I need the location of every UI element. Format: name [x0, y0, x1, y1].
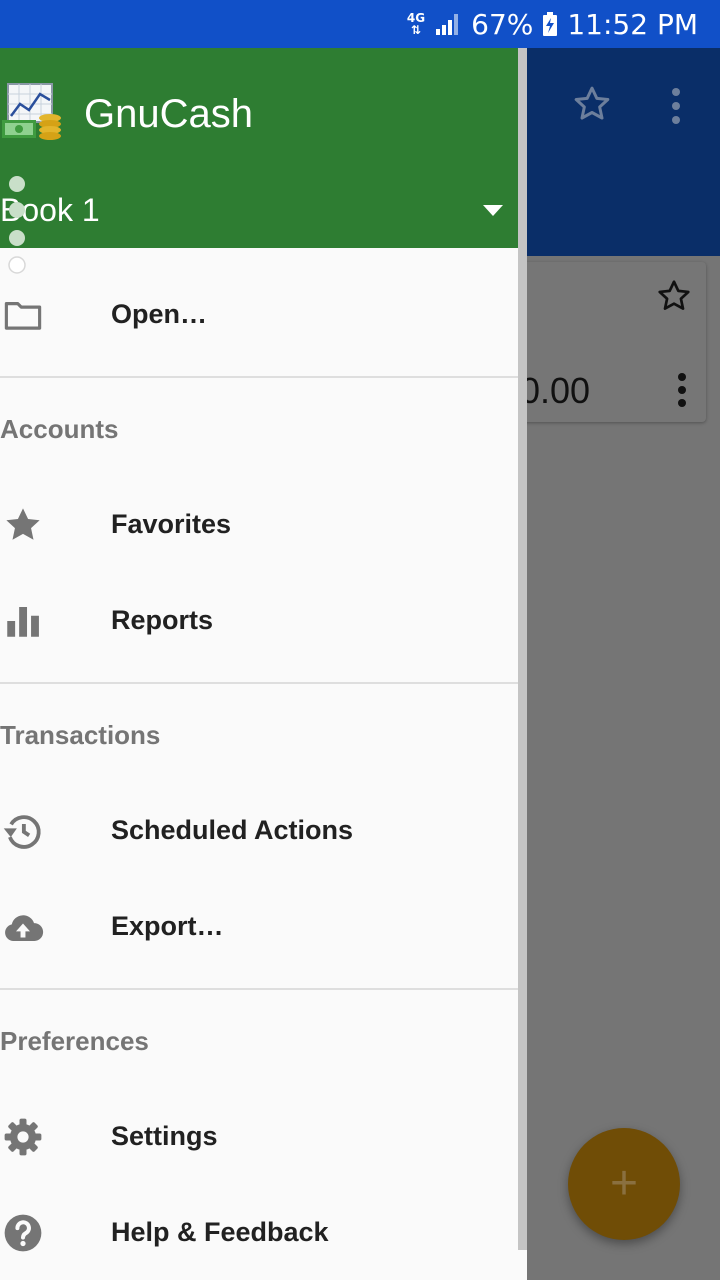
drawer-item-settings[interactable]: Settings [0, 1088, 518, 1184]
drawer-item-favorites[interactable]: Favorites [0, 476, 518, 572]
drawer-item-label: Reports [111, 605, 214, 635]
card-overflow-icon[interactable] [676, 372, 688, 408]
section-title-preferences: Preferences [0, 1026, 149, 1056]
status-bar: 4G ⇅ 67% 11:52 PM [0, 0, 720, 48]
cloud-upload-icon [5, 915, 44, 941]
drawer-item-help-feedback[interactable]: Help & Feedback [0, 1184, 518, 1280]
add-account-button[interactable]: + [568, 1128, 680, 1240]
drawer-item-label: Export… [111, 911, 224, 941]
divider [0, 682, 527, 684]
network-indicator: 4G ⇅ [407, 12, 425, 36]
clock: 11:52 PM [567, 7, 698, 41]
drawer-item-label: Open… [111, 299, 208, 329]
gnucash-logo [2, 83, 61, 140]
navigation-drawer: GnuCash Book 1 Open… Accounts Favorites … [0, 48, 527, 1280]
signal-icon [436, 14, 459, 35]
drawer-item-label: Settings [111, 1121, 218, 1151]
plus-icon: + [609, 1157, 639, 1210]
drawer-item-label: Favorites [111, 509, 232, 539]
gear-icon [4, 1118, 42, 1156]
account-card[interactable]: 0.00 [520, 262, 706, 422]
drawer-item-open[interactable]: Open… [0, 266, 518, 362]
favorite-toolbar-star-icon[interactable] [572, 84, 612, 124]
divider [0, 376, 527, 378]
card-star-icon[interactable] [656, 278, 692, 314]
help-icon [4, 1214, 42, 1252]
page-dots-indicator [8, 176, 26, 274]
drawer-item-label: Scheduled Actions [111, 815, 354, 845]
bar-chart-icon [7, 607, 39, 637]
book-dropdown-icon[interactable] [482, 204, 504, 218]
drawer-item-label: Help & Feedback [111, 1217, 329, 1247]
history-icon [3, 815, 41, 849]
divider [0, 988, 527, 990]
overflow-menu-icon[interactable] [670, 86, 682, 126]
drawer-item-export[interactable]: Export… [0, 878, 518, 974]
app-name: GnuCash [84, 92, 253, 136]
section-title-transactions: Transactions [0, 720, 161, 750]
star-icon [6, 508, 40, 540]
drawer-item-scheduled-actions[interactable]: Scheduled Actions [0, 782, 518, 878]
drawer-header: GnuCash Book 1 [0, 48, 527, 248]
account-balance: 0.00 [520, 370, 591, 411]
battery-percent: 67% [471, 7, 534, 41]
battery-charging-icon [543, 12, 558, 36]
folder-icon [4, 302, 42, 330]
drawer-item-reports[interactable]: Reports [0, 572, 518, 668]
data-arrows-icon: ⇅ [410, 23, 422, 37]
section-title-accounts: Accounts [0, 414, 119, 444]
drawer-scrollbar[interactable] [518, 48, 527, 1250]
